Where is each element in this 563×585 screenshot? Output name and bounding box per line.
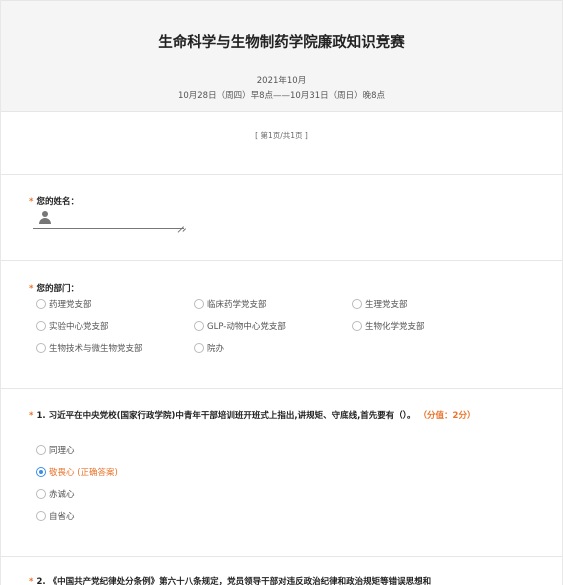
q1-option-selected[interactable]: 敬畏心 (正确答案) bbox=[36, 466, 118, 478]
dept-option[interactable]: 药理党支部 bbox=[36, 298, 92, 310]
survey-date: 2021年10月 bbox=[256, 76, 307, 86]
divider bbox=[1, 556, 562, 557]
radio-icon[interactable] bbox=[36, 343, 46, 353]
q1-option[interactable]: 自省心 bbox=[36, 510, 75, 522]
radio-checked-icon[interactable] bbox=[36, 467, 46, 477]
dept-question-label: * 您的部门： bbox=[29, 284, 79, 294]
radio-icon[interactable] bbox=[352, 321, 362, 331]
question-number: 2. bbox=[36, 577, 46, 585]
name-field[interactable] bbox=[33, 209, 184, 229]
radio-icon[interactable] bbox=[194, 343, 204, 353]
resize-handle-icon[interactable] bbox=[178, 221, 184, 227]
name-question-label: * 您的姓名： bbox=[29, 197, 79, 207]
dept-option[interactable]: 生物化学党支部 bbox=[352, 320, 425, 332]
required-mark: * bbox=[29, 284, 34, 294]
question-score: （分值：2分） bbox=[418, 411, 476, 421]
dept-option[interactable]: GLP-动物中心党支部 bbox=[194, 320, 286, 332]
survey-period: 10月28日（周四）早8点——10月31日（周日）晚8点 bbox=[177, 91, 386, 101]
required-mark: * bbox=[29, 577, 34, 585]
divider bbox=[1, 388, 562, 389]
question-1-text: * 1. 习近平在中央党校(国家行政学院)中青年干部培训班开班式上指出,讲规矩、守… bbox=[29, 411, 476, 421]
radio-icon[interactable] bbox=[36, 511, 46, 521]
survey-page: 生命科学与生物制药学院廉政知识竞赛 2021年10月 10月28日（周四）早8点… bbox=[0, 0, 563, 585]
page-indicator: [ 第1页/共1页 ] bbox=[255, 131, 308, 140]
user-icon bbox=[39, 211, 51, 225]
question-2-text: * 2. 《中国共产党纪律处分条例》第六十八条规定，党员领导干部对违反政治纪律和政… bbox=[29, 577, 432, 585]
survey-title: 生命科学与生物制药学院廉政知识竞赛 bbox=[158, 35, 405, 51]
required-mark: * bbox=[29, 197, 34, 207]
question-number: 1. bbox=[36, 411, 46, 421]
radio-icon[interactable] bbox=[36, 445, 46, 455]
radio-icon[interactable] bbox=[194, 321, 204, 331]
survey-header: 生命科学与生物制药学院廉政知识竞赛 2021年10月 10月28日（周四）早8点… bbox=[1, 0, 562, 112]
q1-option[interactable]: 赤诚心 bbox=[36, 488, 75, 500]
dept-option[interactable]: 实验中心党支部 bbox=[36, 320, 109, 332]
divider bbox=[1, 174, 562, 175]
dept-option[interactable]: 临床药学党支部 bbox=[194, 298, 267, 310]
radio-icon[interactable] bbox=[194, 299, 204, 309]
radio-icon[interactable] bbox=[352, 299, 362, 309]
divider bbox=[1, 260, 562, 261]
radio-icon[interactable] bbox=[36, 489, 46, 499]
radio-icon[interactable] bbox=[36, 299, 46, 309]
required-mark: * bbox=[29, 411, 34, 421]
dept-option[interactable]: 生理党支部 bbox=[352, 298, 408, 310]
q1-option[interactable]: 同理心 bbox=[36, 444, 75, 456]
radio-icon[interactable] bbox=[36, 321, 46, 331]
dept-option[interactable]: 生物技术与微生物党支部 bbox=[36, 342, 143, 354]
dept-option[interactable]: 院办 bbox=[194, 342, 224, 354]
